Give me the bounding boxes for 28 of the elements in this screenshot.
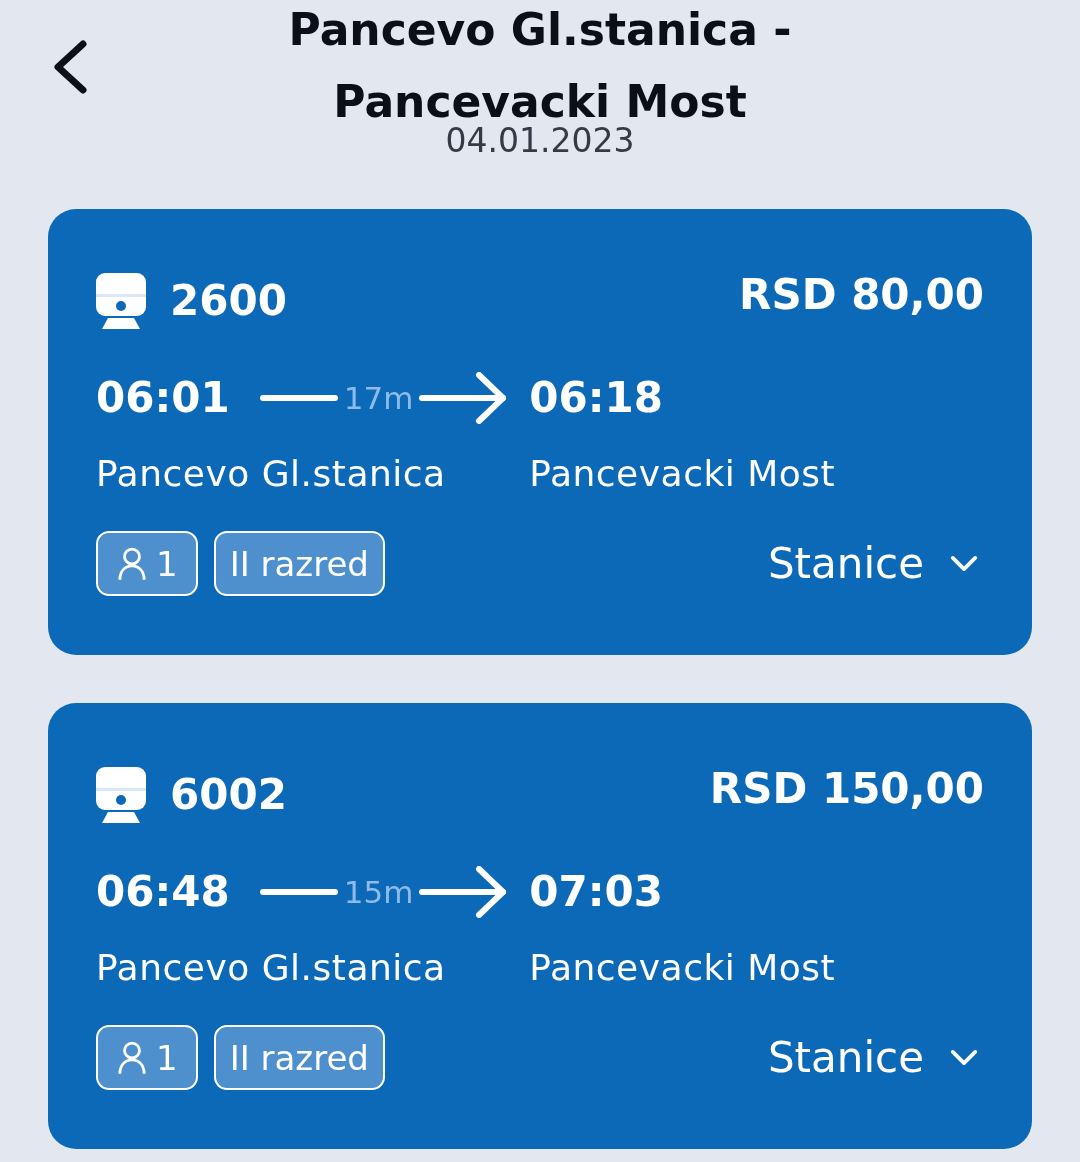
travel-class: II razred	[213, 531, 385, 596]
departure-station: Pancevo Gl.stanica	[96, 452, 447, 495]
arrival-station: Pancevacki Most	[529, 946, 837, 989]
duration-text: 17m	[343, 379, 414, 418]
travel-class: II razred	[213, 1025, 385, 1090]
arrival-station: Pancevacki Most	[529, 452, 837, 495]
arrival-time: 06:18	[529, 373, 665, 423]
trip-card[interactable]: 6002 RSD 150,00 06:48 15m 07:03 Pancevo Gl.stanica Pancevacki Most 1 II razred Stanice	[48, 703, 1032, 1149]
back-button[interactable]	[52, 40, 88, 94]
stations-toggle[interactable]: Stanice	[767, 538, 984, 589]
trip-card[interactable]: 2600 RSD 80,00 06:01 17m 06:18 Pancevo Gl.stanica Pancevacki Most 1 II razred Stanice	[48, 209, 1032, 655]
passenger-count: 1	[156, 543, 178, 584]
train-icon	[96, 767, 146, 823]
departure-station: Pancevo Gl.stanica	[96, 946, 447, 989]
price-text: RSD 80,00	[739, 270, 984, 320]
arrival-time: 07:03	[529, 867, 665, 917]
person-icon	[118, 546, 146, 581]
train-icon	[96, 273, 146, 329]
duration-text: 15m	[343, 873, 414, 912]
train-number: 6002	[170, 770, 287, 820]
price-text: RSD 150,00	[709, 764, 984, 814]
stations-toggle[interactable]: Stanice	[767, 1032, 984, 1083]
departure-time: 06:48	[96, 867, 230, 917]
person-icon	[118, 1040, 146, 1075]
train-number: 2600	[170, 276, 287, 326]
passenger-count: 1	[156, 1037, 178, 1078]
departure-time: 06:01	[96, 373, 230, 423]
back-chevron-icon	[52, 40, 88, 94]
